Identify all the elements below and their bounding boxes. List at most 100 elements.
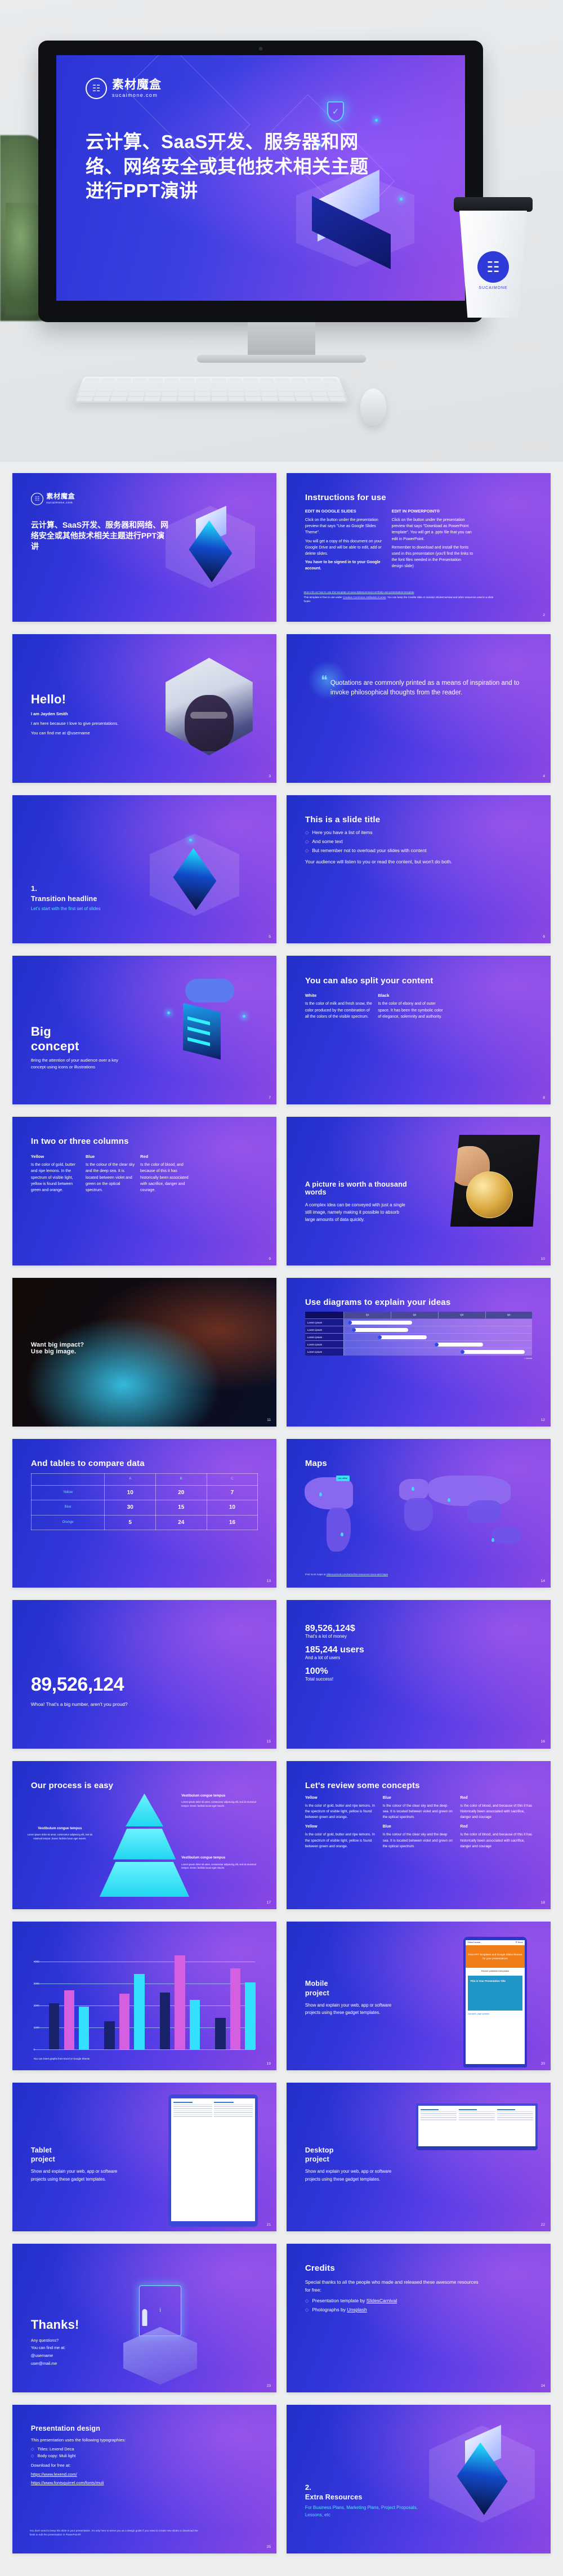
slide-number: 7 [269, 1096, 271, 1100]
list-item-label: And some text [312, 838, 343, 844]
slide-title: Use diagrams to explain your ideas [305, 1298, 451, 1308]
slide-big-number[interactable]: 89,526,124 Whoa! That's a big number, ar… [12, 1599, 276, 1749]
slide-footnote: More info on how to use this template at… [303, 591, 494, 604]
gantt-chart: Q1 Q2 Q3 Q4 Lorem ipsum Lorem ipsum Lore… [305, 1312, 533, 1356]
map-pin[interactable] [319, 1492, 322, 1497]
slide-thanks[interactable]: Thanks! Any questions? You can find me a… [12, 2243, 276, 2392]
chart-bar [215, 2017, 226, 2050]
slide-number: 23 [266, 2383, 271, 2388]
concept-heading: Red [460, 1795, 468, 1800]
process-step: Vestibulum congue tempus Lorem ipsum dol… [25, 1826, 94, 1841]
person-icon [142, 2309, 147, 2326]
table-cell: 15 [155, 1500, 207, 1516]
brand-name-cn: 素材魔盒 [46, 492, 75, 500]
slide-footnote: Find more maps at slidescarnival.com/ext… [305, 1573, 388, 1577]
muli-link[interactable]: https://www.fontsquirrel.com/fonts/muli [31, 2480, 104, 2486]
table-row-label: Orange [30, 1514, 105, 1531]
license-link[interactable]: Creative Commons Attribution license [343, 596, 386, 599]
chart-gridline [33, 2049, 256, 2051]
bullet-icon: ◇ [305, 830, 309, 836]
concept-body: Is the color of gold, butter and ripe le… [305, 1833, 375, 1848]
slide-credits[interactable]: Credits Special thanks to all the people… [287, 2243, 551, 2392]
content-column: Red Is the color of blood, and because o… [140, 1153, 190, 1194]
credit-link[interactable]: Unsplash [347, 2307, 367, 2312]
phone-hero-text: Free PPT templates and Google Slides the… [466, 1945, 525, 1968]
slide-number: 19 [266, 2062, 271, 2066]
bullet-list: ◇ Here you have a list of items ◇ And some… [305, 830, 532, 854]
credit-link[interactable]: SlidesCarnival [367, 2298, 397, 2303]
slide-title: This is a slide title [305, 814, 381, 825]
shield-icon: ✓ [327, 101, 344, 122]
slide-instructions[interactable]: Instructions for use EDIT IN GOOGLE SLID… [287, 473, 551, 622]
slide-stats[interactable]: 89,526,124$ That's a lot of money 185,24… [287, 1599, 551, 1749]
slide-picture-worth[interactable]: A picture is worth a thousand words A co… [287, 1117, 551, 1266]
list-item: ◇ Body copy: Muli light [31, 2453, 258, 2459]
slide-number: 21 [266, 2222, 271, 2227]
slide-number: 15 [266, 1740, 271, 1744]
list-item: ◇ And some text [305, 839, 532, 845]
slide-split-content[interactable]: You can also split your content White Is… [287, 956, 551, 1105]
column-heading: Blue [85, 1153, 95, 1159]
slide-title-line2: project [305, 2155, 329, 2164]
table-cell: 10 [104, 1485, 156, 1501]
slide-big-concept[interactable]: Big concept Bring the attention of your … [12, 956, 276, 1105]
slide-three-columns[interactable]: In two or three columns Yellow Is the co… [12, 1117, 276, 1266]
column-paragraph: You will get a copy of this document on … [305, 539, 382, 556]
slide-transition[interactable]: 1. Transition headline Let's start with … [12, 795, 276, 944]
pyramid-diagram [99, 1793, 190, 1904]
presenter-bio: I am here because I love to give present… [30, 720, 119, 726]
slide-title: Presentation design [30, 2424, 101, 2432]
presenter-handle: You can find me at @username [30, 730, 90, 736]
slide-tablet-project[interactable]: Tablet project Show and explain your web… [12, 2083, 276, 2231]
slide-title-line1: Mobile [305, 1980, 328, 1988]
slide-cover[interactable]: ☷ 素材魔盒 sucaimone.com 云计算、SaaS开发、服务器和网络、网… [12, 473, 276, 622]
slide-maps[interactable]: Maps our office Find more maps at slides… [287, 1438, 551, 1588]
concept-card: Yellow Is the color of gold, butter and r… [305, 1824, 377, 1849]
slide-quote[interactable]: ❝ Quotations are commonly printed as a m… [287, 634, 551, 783]
lexend-link[interactable]: https://www.lexend.com/ [31, 2471, 77, 2478]
slide-number: 20 [540, 2062, 545, 2066]
step-body: Lorem ipsum dolor sit amet, consectetur … [27, 1833, 93, 1840]
closing-text: Your audience will listen to you or read… [305, 858, 453, 864]
slide-big-image[interactable]: Want big impact? Use big image. 11 [12, 1278, 276, 1427]
slide-number: 4 [543, 774, 545, 778]
chart-bar [64, 1990, 74, 2050]
slide-hello[interactable]: Hello! I am Jayden Smith I am here becau… [12, 634, 276, 783]
gantt-quarter: Q3 [437, 1312, 485, 1319]
monitor-screen: ✓ ☷ 素材魔盒 sucaimone.com 云计算、SaaS开发、服务器和网络… [56, 55, 465, 301]
map-resources-link[interactable]: slidescarnival.com/extra-free-resources-… [327, 1573, 388, 1576]
slide-process[interactable]: Our process is easy Vestibulum congue te… [12, 1761, 276, 1910]
table-cell: 16 [206, 1514, 258, 1531]
list-item: ◇ Presentation template by SlidesCarnival [305, 2298, 532, 2305]
column-heading: Red [140, 1153, 149, 1159]
slide-list[interactable]: This is a slide title ◇ Here you have a l… [287, 795, 551, 944]
stat-item: 185,244 users And a lot of users [305, 1645, 532, 1662]
brand-name-cn: 素材魔盒 [112, 78, 162, 91]
chart-caption: You can insert graphs from Excel or Goog… [33, 2057, 90, 2061]
slide-extra-resources[interactable]: 2. Extra Resources For Business Plans, M… [287, 2404, 551, 2553]
concept-body: Is the color of gold, butter and ripe le… [305, 1803, 375, 1820]
slide-title: A picture is worth a thousand words [305, 1180, 407, 1197]
column-paragraph: Click on the button under the presentati… [391, 518, 472, 541]
slide-table[interactable]: And tables to compare data A B C Yellow … [12, 1438, 276, 1588]
slide-title: Credits [305, 2263, 335, 2274]
column-heading: White [305, 992, 317, 998]
license-text-a: This template is free to use under [303, 596, 343, 599]
slide-title: Maps [305, 1459, 327, 1469]
phone-menu-icon[interactable]: ☰ Menu [516, 1941, 523, 1945]
chart-bar [78, 2007, 90, 2050]
slide-mobile-project[interactable]: Mobile project Show and explain your web… [287, 1922, 551, 2071]
slide-diagrams[interactable]: Use diagrams to explain your ideas Q1 Q2… [287, 1278, 551, 1427]
help-link[interactable]: More info on how to use this template at… [303, 591, 414, 594]
slide-concepts[interactable]: Let's review some concepts Yellow Is the … [287, 1761, 551, 1910]
slide-chart[interactable]: 0 1000 2000 3000 4000 You can insert graphs … [12, 1922, 276, 2071]
slide-presentation-design[interactable]: Presentation design This presentation us… [12, 2404, 276, 2553]
gantt-row-label: Lorem ipsum [305, 1319, 344, 1326]
gantt-row: Lorem ipsum [305, 1319, 533, 1327]
credits-intro: Special thanks to all the people who mad… [305, 2279, 479, 2293]
chart-bar [189, 2000, 200, 2050]
slide-desktop-project[interactable]: Desktop project Show and explain your we… [287, 2083, 551, 2231]
map-pin[interactable] [491, 1538, 494, 1543]
server-cloud-illustration [150, 977, 261, 1068]
map-pin[interactable] [411, 1486, 414, 1491]
